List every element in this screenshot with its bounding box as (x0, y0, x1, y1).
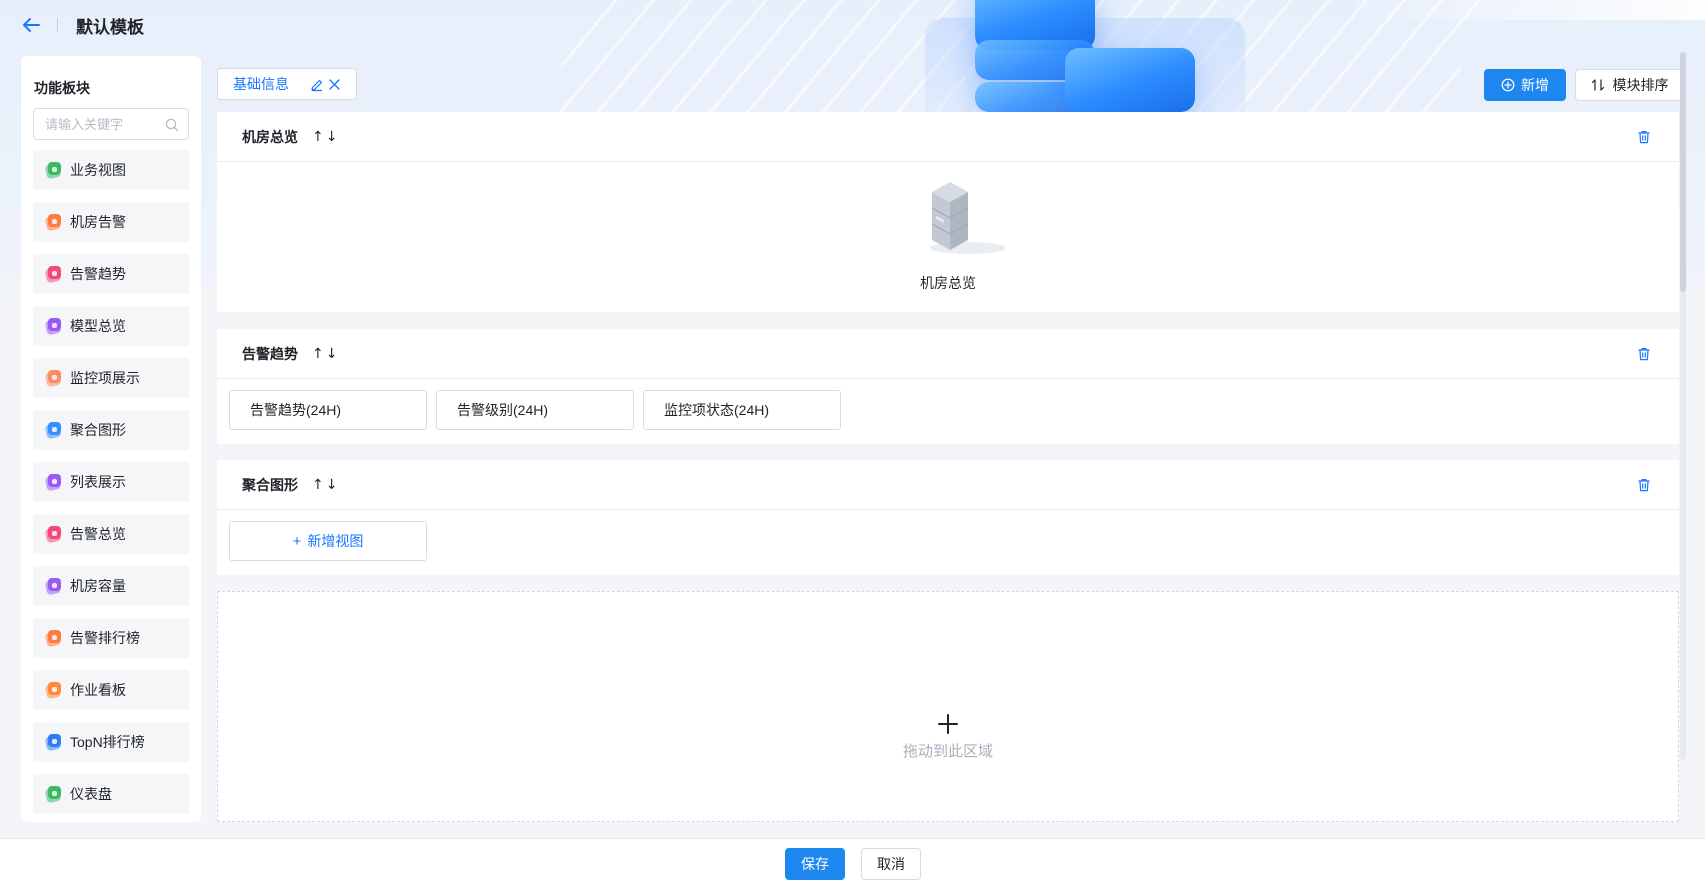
sidebar-item[interactable]: 模型总览 (33, 306, 189, 346)
room-capacity-icon (44, 577, 62, 596)
add-view-button[interactable]: + 新增视图 (229, 521, 427, 561)
page-title: 默认模板 (76, 18, 144, 37)
drop-zone[interactable]: 拖动到此区域 (217, 591, 1679, 822)
aggregate-graph-icon (44, 421, 62, 440)
room-alarm-icon (44, 213, 62, 232)
alarm-overview-icon (44, 525, 62, 544)
topn-ranking-icon (44, 733, 62, 752)
vertical-scrollbar[interactable] (1680, 52, 1686, 760)
sidebar-item[interactable]: 作业看板 (33, 670, 189, 710)
close-icon[interactable] (328, 78, 341, 91)
sidebar-item[interactable]: 告警排行榜 (33, 618, 189, 658)
scrollbar-thumb[interactable] (1680, 52, 1686, 292)
panel-body: 机房总览 (217, 162, 1679, 311)
monitor-item-icon (44, 369, 62, 388)
move-down-icon[interactable]: ↓ (326, 129, 338, 145)
panel-title: 告警趋势 (242, 345, 298, 362)
panel-header: 聚合图形 ↑ ↓ (217, 460, 1679, 510)
function-module-sidebar: 功能板块 业务视图机房告警告警趋势模型总览监控项展示聚合图形列表展示告警总览机房… (21, 56, 201, 822)
tab-label: 基础信息 (233, 76, 289, 92)
delete-icon[interactable] (1637, 347, 1651, 361)
sidebar-item-label: 监控项展示 (70, 370, 140, 386)
plus-icon (938, 714, 958, 734)
sidebar-item[interactable]: 机房告警 (33, 202, 189, 242)
sidebar-item-label: 业务视图 (70, 162, 126, 178)
sidebar-item-label: 聚合图形 (70, 422, 126, 438)
panel-caption: 机房总览 (920, 275, 976, 291)
sidebar-item-label: 仪表盘 (70, 786, 112, 802)
module-list: 业务视图机房告警告警趋势模型总览监控项展示聚合图形列表展示告警总览机房容量告警排… (33, 150, 189, 814)
search-icon[interactable] (165, 118, 179, 132)
business-view-icon (44, 161, 62, 180)
list-display-icon (44, 473, 62, 492)
sidebar-item-label: 作业看板 (70, 682, 126, 698)
sort-button-label: 模块排序 (1612, 77, 1669, 93)
sidebar-item[interactable]: 业务视图 (33, 150, 189, 190)
sidebar-item-label: 列表展示 (70, 474, 126, 490)
sidebar-item[interactable]: 告警趋势 (33, 254, 189, 294)
back-arrow-icon[interactable] (20, 14, 42, 36)
edit-icon[interactable] (310, 78, 324, 92)
panel-aggregate-graph: 聚合图形 ↑ ↓ + 新增视图 (217, 460, 1679, 575)
sidebar-item-label: 机房告警 (70, 214, 126, 230)
save-button[interactable]: 保存 (785, 848, 845, 880)
move-down-icon[interactable]: ↓ (326, 346, 338, 362)
view-card-alarm-trend[interactable]: 告警趋势(24H) (229, 390, 427, 430)
sidebar-item[interactable]: 仪表盘 (33, 774, 189, 814)
move-up-icon[interactable]: ↑ (312, 346, 324, 362)
dashboard-icon (44, 785, 62, 804)
delete-icon[interactable] (1637, 478, 1651, 492)
cancel-button[interactable]: 取消 (861, 848, 921, 880)
alarm-trend-icon (44, 265, 62, 284)
alarm-ranking-icon (44, 629, 62, 648)
panel-header: 机房总览 ↑ ↓ (217, 112, 1679, 162)
plus-circle-icon (1501, 78, 1515, 92)
delete-icon[interactable] (1637, 130, 1651, 144)
add-button-label: 新增 (1521, 77, 1549, 93)
sidebar-title: 功能板块 (34, 80, 90, 96)
sidebar-item-label: 告警趋势 (70, 266, 126, 282)
sidebar-item-label: TopN排行榜 (70, 734, 145, 750)
sidebar-item[interactable]: 告警总览 (33, 514, 189, 554)
sidebar-item[interactable]: 监控项展示 (33, 358, 189, 398)
sort-icon (1591, 79, 1604, 91)
tab-basic-info[interactable]: 基础信息 (217, 68, 357, 100)
search-box (33, 108, 189, 140)
move-up-icon[interactable]: ↑ (312, 477, 324, 493)
module-sort-button[interactable]: 模块排序 (1575, 69, 1684, 101)
sidebar-item-label: 告警排行榜 (70, 630, 140, 646)
template-editor: 基础信息 新增 模块排序 机房总览 ↑ ↓ 机房总览 告警趋势 ↑ ↓ 告警趋势… (217, 68, 1684, 822)
footer-bar: 保存 取消 (0, 838, 1705, 886)
panel-title: 机房总览 (242, 128, 298, 145)
sidebar-item[interactable]: TopN排行榜 (33, 722, 189, 762)
panel-body: 告警趋势(24H) 告警级别(24H) 监控项状态(24H) (217, 379, 1679, 443)
plus-icon: + (292, 532, 302, 550)
sidebar-item[interactable]: 列表展示 (33, 462, 189, 502)
top-bar: 默认模板 (0, 0, 1705, 50)
header-divider (57, 18, 58, 32)
sidebar-item-label: 告警总览 (70, 526, 126, 542)
panel-room-overview: 机房总览 ↑ ↓ 机房总览 (217, 112, 1679, 312)
sidebar-item[interactable]: 聚合图形 (33, 410, 189, 450)
view-card-monitor-status[interactable]: 监控项状态(24H) (643, 390, 841, 430)
move-up-icon[interactable]: ↑ (312, 129, 324, 145)
move-down-icon[interactable]: ↓ (326, 477, 338, 493)
sidebar-item-label: 机房容量 (70, 578, 126, 594)
sidebar-item[interactable]: 机房容量 (33, 566, 189, 606)
job-board-icon (44, 681, 62, 700)
server-rack-illustration (930, 182, 1006, 254)
drop-zone-hint: 拖动到此区域 (902, 743, 993, 760)
add-button[interactable]: 新增 (1484, 69, 1566, 101)
model-overview-icon (44, 317, 62, 336)
panel-header: 告警趋势 ↑ ↓ (217, 329, 1679, 379)
panel-body: + 新增视图 (217, 510, 1679, 574)
panel-title: 聚合图形 (242, 476, 298, 493)
sidebar-item-label: 模型总览 (70, 318, 126, 334)
view-card-alarm-level[interactable]: 告警级别(24H) (436, 390, 634, 430)
add-view-label: 新增视图 (307, 533, 364, 549)
panel-alarm-trend: 告警趋势 ↑ ↓ 告警趋势(24H) 告警级别(24H) 监控项状态(24H) (217, 329, 1679, 444)
